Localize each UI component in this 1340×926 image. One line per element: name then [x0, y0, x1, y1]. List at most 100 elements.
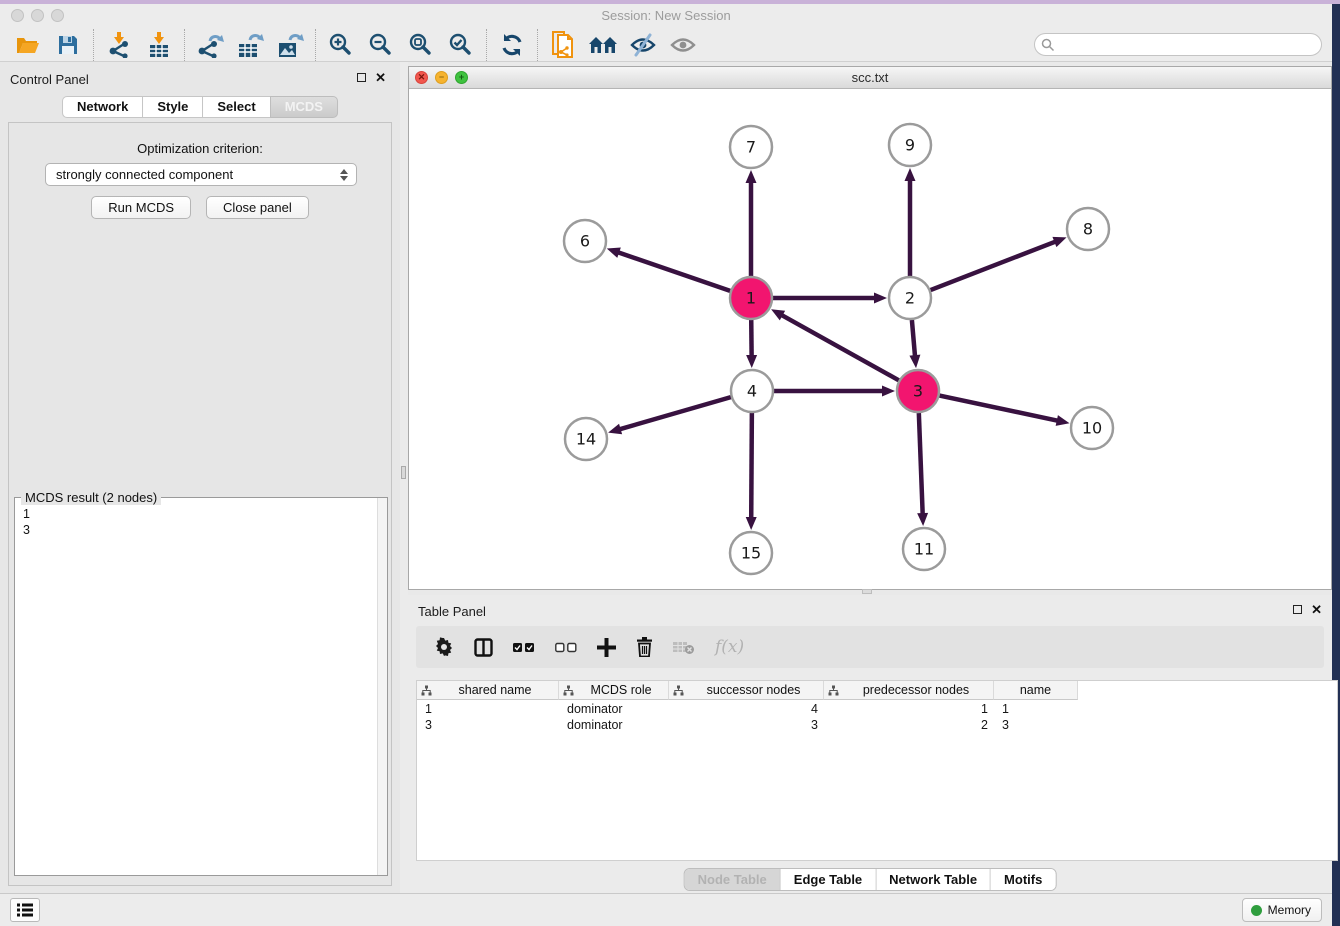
table-cell[interactable]: 3: [994, 717, 1078, 733]
control-panel: Control Panel ✕ NetworkStyleSelectMCDS O…: [0, 62, 400, 893]
table-row[interactable]: 1dominator411: [417, 701, 1078, 717]
close-panel-icon[interactable]: ✕: [375, 72, 386, 83]
float-panel-icon[interactable]: [1293, 605, 1302, 614]
graph-edge-4-14[interactable]: [619, 397, 731, 429]
add-row-button[interactable]: [597, 634, 616, 660]
table-cell[interactable]: 1: [417, 701, 559, 717]
network-canvas[interactable]: 1234678910111415: [409, 89, 1331, 586]
network-graph[interactable]: 1234678910111415: [409, 89, 1331, 586]
graph-edge-3-1[interactable]: [781, 315, 899, 381]
graph-edge-arrowhead: [746, 355, 757, 368]
tab-select[interactable]: Select: [202, 96, 269, 118]
table-tabs: Node TableEdge TableNetwork TableMotifs: [684, 868, 1057, 891]
graph-edge-arrowhead: [1056, 415, 1070, 426]
show-all-button[interactable]: [663, 30, 703, 60]
result-scrollbar[interactable]: [377, 498, 387, 875]
table-cell[interactable]: 2: [824, 717, 994, 733]
column-header-label: shared name: [432, 683, 558, 697]
function-builder-button[interactable]: f(x): [715, 634, 744, 660]
optimization-select[interactable]: strongly connected component: [45, 163, 357, 186]
window-title: Session: New Session: [0, 4, 1332, 28]
node-table[interactable]: shared nameMCDS rolesuccessor nodesprede…: [416, 680, 1338, 861]
table-toolbar: f(x): [416, 626, 1324, 668]
table-row[interactable]: 3dominator323: [417, 717, 1078, 733]
tab-network[interactable]: Network: [62, 96, 142, 118]
column-header-label: name: [994, 683, 1077, 697]
deselect-all-button[interactable]: [555, 634, 577, 660]
checked-boxes-icon: [513, 642, 535, 653]
mcds-panel: Optimization criterion: strongly connect…: [8, 122, 392, 886]
panel-divider[interactable]: [400, 62, 408, 893]
show-columns-button[interactable]: [474, 634, 493, 660]
graph-edge-3-11[interactable]: [919, 413, 923, 515]
column-header-MCDS-role[interactable]: MCDS role: [559, 681, 669, 700]
column-header-successor-nodes[interactable]: successor nodes: [669, 681, 824, 700]
tab-edge-table[interactable]: Edge Table: [781, 869, 876, 890]
graph-edge-3-10[interactable]: [940, 396, 1059, 421]
column-header-name[interactable]: name: [994, 681, 1078, 700]
run-mcds-button[interactable]: Run MCDS: [91, 196, 191, 219]
zoom-in-button[interactable]: [321, 30, 361, 60]
table-cell[interactable]: dominator: [559, 701, 669, 717]
zoom-selected-button[interactable]: [441, 30, 481, 60]
hide-selected-button[interactable]: [623, 30, 663, 60]
tab-motifs[interactable]: Motifs: [991, 869, 1055, 890]
graph-edge-4-15[interactable]: [751, 413, 752, 519]
import-network-button[interactable]: [99, 30, 139, 60]
column-header-shared-name[interactable]: shared name: [417, 681, 559, 700]
table-cell[interactable]: 3: [417, 717, 559, 733]
divider-grip[interactable]: [401, 466, 406, 479]
column-header-predecessor-nodes[interactable]: predecessor nodes: [824, 681, 994, 700]
tab-mcds[interactable]: MCDS: [270, 96, 338, 118]
columns-icon: [474, 638, 493, 657]
export-table-button[interactable]: [230, 30, 270, 60]
select-all-button[interactable]: [513, 634, 535, 660]
export-image-button[interactable]: [270, 30, 310, 60]
table-cell[interactable]: 3: [669, 717, 824, 733]
graph-node-label: 11: [914, 540, 934, 559]
import-table-icon: [146, 32, 172, 58]
table-cell[interactable]: 1: [824, 701, 994, 717]
graph-node-label: 15: [741, 544, 761, 563]
table-settings-button[interactable]: [434, 634, 454, 660]
export-network-button[interactable]: [190, 30, 230, 60]
graph-edge-arrowhead: [882, 386, 895, 397]
trash-icon: [636, 637, 653, 657]
export-table-icon: [236, 32, 264, 58]
frame-resize-grip[interactable]: [862, 589, 872, 594]
table-cell[interactable]: 4: [669, 701, 824, 717]
delete-row-button[interactable]: [636, 634, 653, 660]
network-frame-titlebar[interactable]: ✕ − + scc.txt: [409, 67, 1331, 89]
task-history-button[interactable]: [10, 898, 40, 922]
tab-style[interactable]: Style: [142, 96, 202, 118]
search-field[interactable]: [1034, 33, 1322, 56]
tab-node-table[interactable]: Node Table: [685, 869, 781, 890]
import-table-button[interactable]: [139, 30, 179, 60]
table-panel: Table Panel ✕: [408, 595, 1332, 893]
float-panel-icon[interactable]: [357, 73, 366, 82]
graph-edge-1-6[interactable]: [617, 252, 730, 291]
close-panel-button[interactable]: Close panel: [206, 196, 309, 219]
export-image-icon: [276, 32, 304, 58]
graph-node-label: 1: [746, 289, 756, 308]
delete-column-button[interactable]: [673, 634, 695, 660]
refresh-view-button[interactable]: [492, 30, 532, 60]
save-session-button[interactable]: [48, 30, 88, 60]
table-cell[interactable]: dominator: [559, 717, 669, 733]
open-session-button[interactable]: [8, 30, 48, 60]
search-input[interactable]: [1055, 36, 1321, 54]
mcds-result-list[interactable]: 13: [15, 500, 377, 875]
graph-edge-2-3[interactable]: [912, 320, 915, 357]
graph-edge-2-8[interactable]: [931, 241, 1057, 290]
memory-button[interactable]: Memory: [1242, 898, 1322, 922]
first-neighbors-button[interactable]: [583, 30, 623, 60]
new-network-from-selection-button[interactable]: [543, 30, 583, 60]
import-network-icon: [106, 32, 132, 58]
zoom-out-button[interactable]: [361, 30, 401, 60]
result-item: 3: [23, 522, 377, 538]
table-cell[interactable]: 1: [994, 701, 1078, 717]
close-panel-icon[interactable]: ✕: [1311, 604, 1322, 615]
two-houses-icon: [588, 33, 618, 57]
tab-network-table[interactable]: Network Table: [876, 869, 991, 890]
zoom-fit-button[interactable]: [401, 30, 441, 60]
